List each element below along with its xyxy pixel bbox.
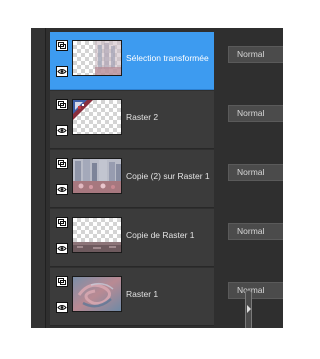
blend-mode-dropdown[interactable]: Normal [228,223,283,240]
layer-cell[interactable]: Sélection transformée [50,32,214,90]
layer-name[interactable]: Sélection transformée [126,52,216,64]
layer-cell[interactable]: Raster 2 [50,91,214,149]
eye-icon[interactable] [56,125,68,136]
blend-mode-dropdown[interactable]: Normal [228,105,283,122]
layer-thumbnail[interactable] [72,217,122,253]
thumbnail-image [73,159,121,193]
chevron-right-icon [247,305,251,313]
layer-row[interactable]: Raster 2 Normal [45,91,283,150]
layer-row[interactable]: Sélection transformée Normal [45,32,283,91]
thumbnail-image [73,100,93,120]
layer-mode-icon[interactable] [56,40,68,51]
thumbnail-image [73,242,121,252]
eye-icon[interactable] [56,184,68,195]
eye-icon[interactable] [56,66,68,77]
panel-splitter-handle[interactable] [245,290,252,328]
blend-mode-dropdown[interactable]: Normal [228,46,283,63]
thumbnail-image [95,41,121,75]
layer-cell[interactable]: Copie (2) sur Raster 1 [50,150,214,208]
layer-thumbnail[interactable] [72,276,122,312]
layer-mode-icon[interactable] [56,99,68,110]
eye-icon[interactable] [56,243,68,254]
layer-name[interactable]: Raster 1 [126,288,216,300]
layer-thumbnail[interactable] [72,99,122,135]
panel-left-strip [31,28,46,328]
layer-row[interactable]: Copie (2) sur Raster 1 Normal [45,150,283,209]
eye-icon[interactable] [56,302,68,313]
layer-mode-icon[interactable] [56,276,68,287]
layer-mode-icon[interactable] [56,217,68,228]
layer-row[interactable]: Copie de Raster 1 Normal [45,209,283,268]
layer-cell[interactable]: Copie de Raster 1 [50,209,214,267]
layer-mode-icon[interactable] [56,158,68,169]
layer-name[interactable]: Copie de Raster 1 [126,229,216,241]
layer-name[interactable]: Copie (2) sur Raster 1 [126,170,216,182]
thumbnail-image [73,277,121,311]
blend-mode-dropdown[interactable]: Normal [228,282,283,299]
layer-thumbnail[interactable] [72,40,122,76]
layers-panel: Sélection transformée Normal Raster 2 No… [31,28,283,328]
blend-mode-dropdown[interactable]: Normal [228,164,283,181]
layer-name[interactable]: Raster 2 [126,111,216,123]
layer-thumbnail[interactable] [72,158,122,194]
layer-cell[interactable]: Raster 1 [50,268,214,326]
